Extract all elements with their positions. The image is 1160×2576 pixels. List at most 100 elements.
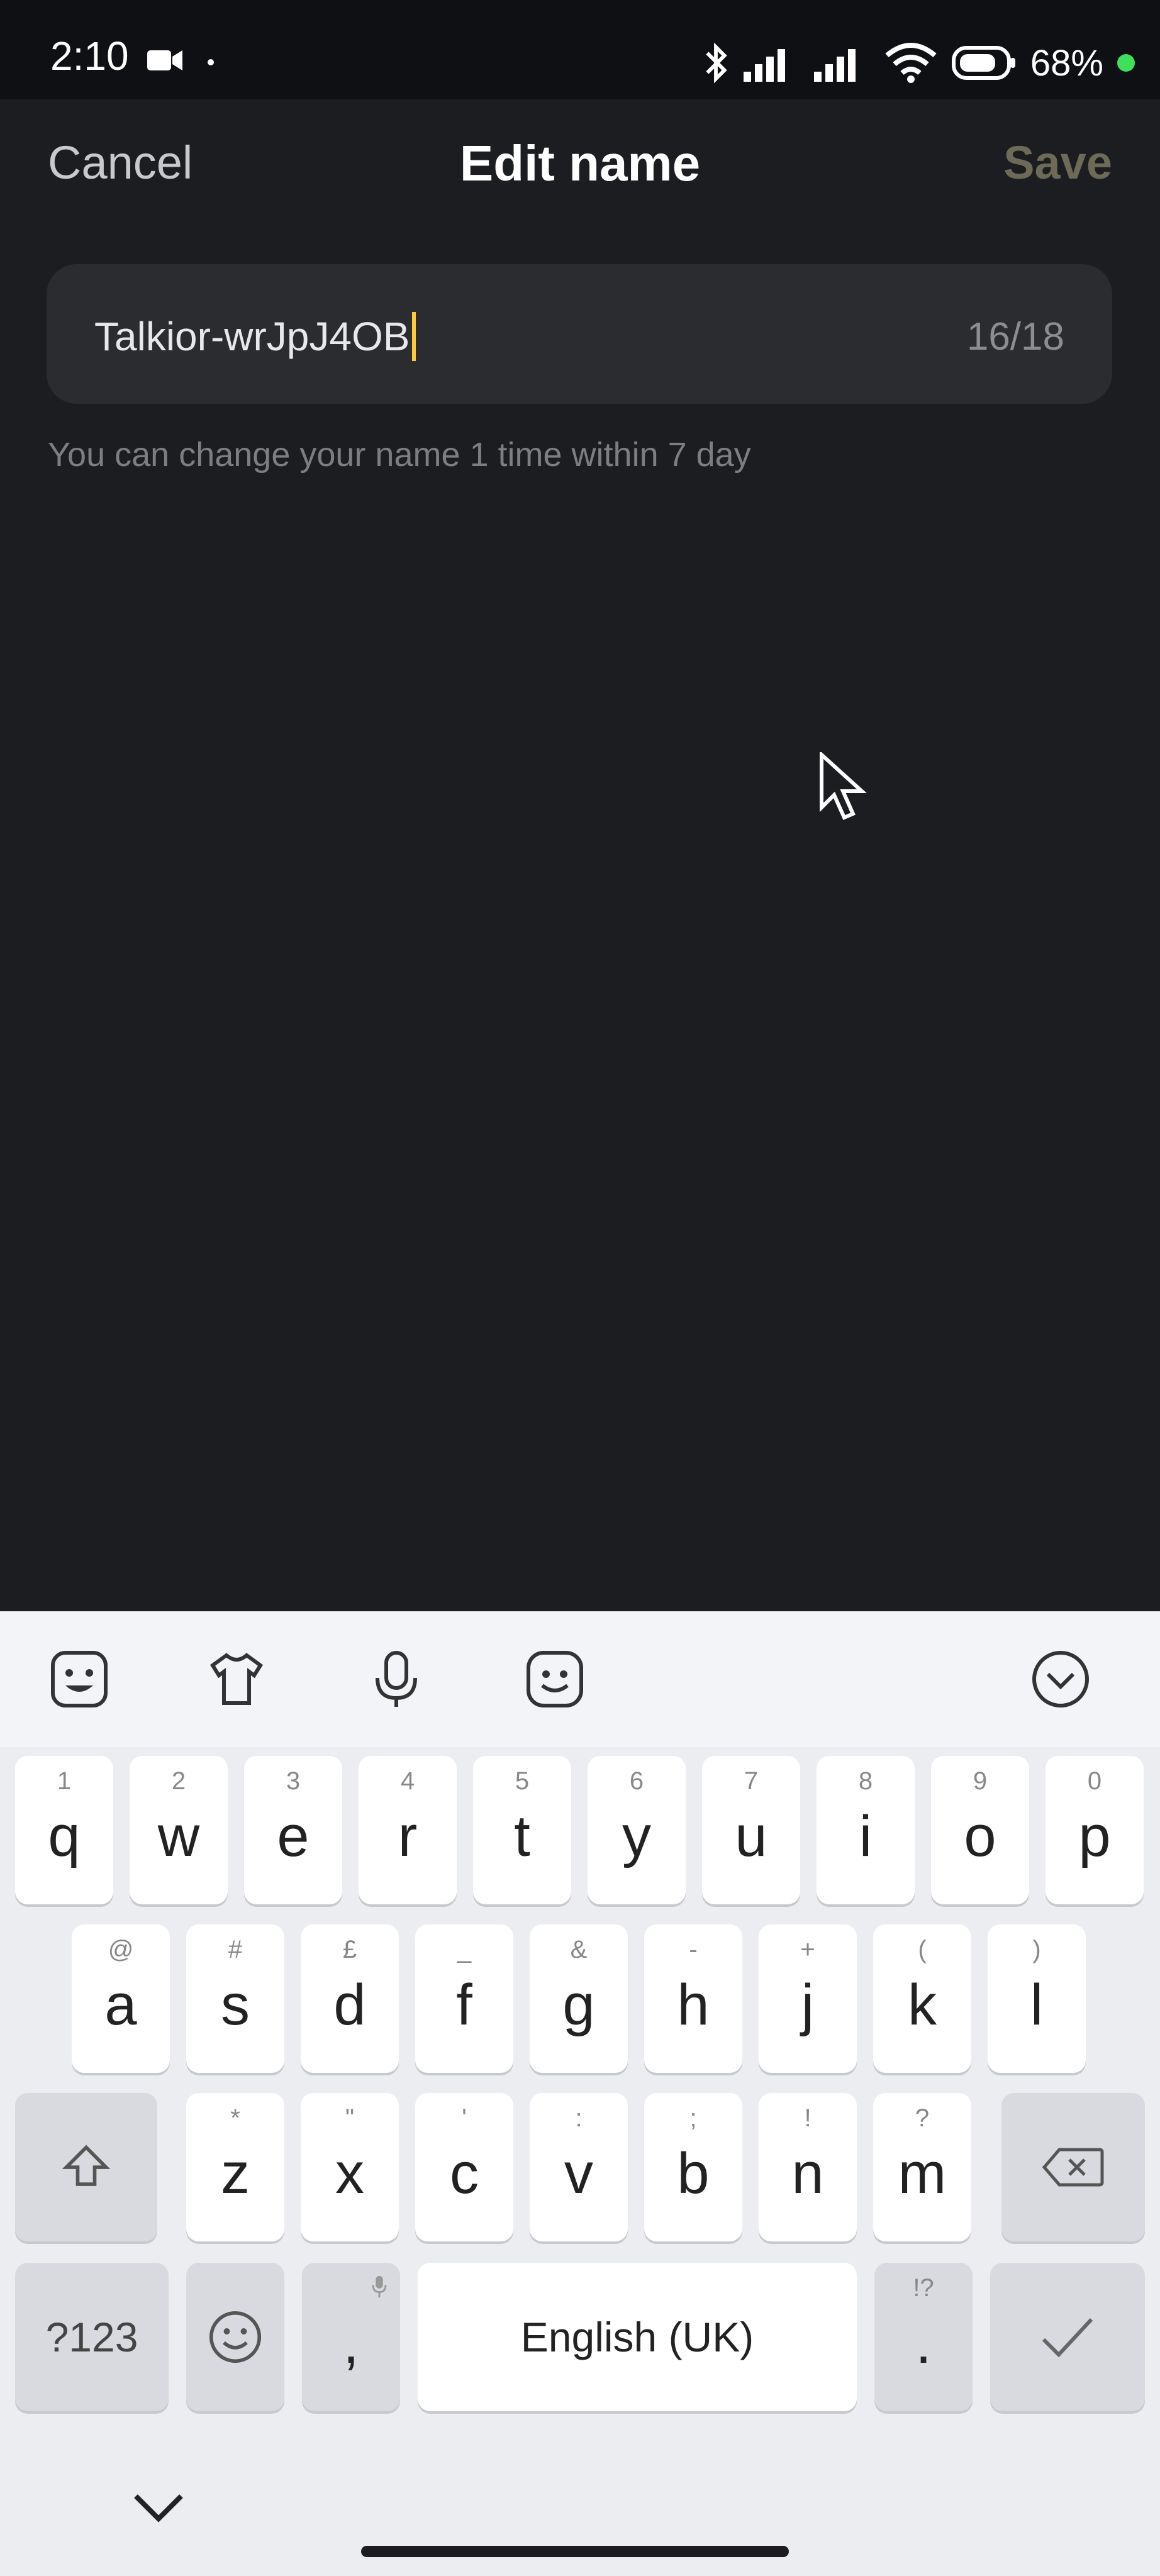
key-s[interactable]: # s <box>186 1924 284 2073</box>
key-e[interactable]: 3e <box>244 1756 342 1904</box>
key-p[interactable]: 0p <box>1046 1756 1144 1904</box>
key-alt-label: ? <box>915 2104 930 2132</box>
name-change-hint: You can change your name 1 time within 7… <box>48 436 751 474</box>
key-alt-label: 6 <box>629 1767 644 1795</box>
key-c[interactable]: ' c <box>415 2093 513 2241</box>
mouse-pointer-icon <box>820 752 867 820</box>
key-m[interactable]: ? m <box>873 2093 971 2241</box>
key-alt-label: * <box>230 2104 240 2132</box>
collapse-keyboard-icon[interactable] <box>1029 1648 1092 1711</box>
key-alt-label: ( <box>918 1936 927 1963</box>
notification-dot <box>208 59 214 65</box>
key-label: p <box>1078 1804 1111 1868</box>
key-alt-label: + <box>800 1936 815 1963</box>
key-alt-label: 1 <box>57 1767 72 1795</box>
key-alt-label: 3 <box>286 1767 301 1795</box>
key-f[interactable]: _ f <box>415 1924 513 2073</box>
symbols-key[interactable]: ?123 <box>15 2263 169 2411</box>
comma-key[interactable]: , <box>302 2263 400 2411</box>
key-alt-label: 2 <box>171 1767 186 1795</box>
character-counter: 16/18 <box>966 315 1064 358</box>
key-z[interactable]: * z <box>186 2093 284 2241</box>
key-q[interactable]: 1q <box>15 1756 113 1904</box>
comma-mic-icon <box>372 2275 387 2298</box>
name-text: Talkior-wrJpJ4OB <box>94 314 410 359</box>
battery-icon <box>951 46 1015 80</box>
key-label: c <box>450 2141 479 2206</box>
period-key-alt: !? <box>913 2274 934 2302</box>
key-g[interactable]: & g <box>530 1924 628 2073</box>
key-t[interactable]: 5t <box>473 1756 571 1904</box>
save-button[interactable]: Save <box>1003 136 1112 189</box>
video-camera-icon <box>147 50 182 70</box>
cancel-button[interactable]: Cancel <box>48 136 192 189</box>
key-i[interactable]: 8i <box>817 1756 915 1904</box>
key-u[interactable]: 7u <box>702 1756 800 1904</box>
key-alt-label: ; <box>689 2104 697 2132</box>
key-a[interactable]: @ a <box>72 1924 170 2073</box>
wifi-icon <box>885 43 937 83</box>
hide-keyboard-chevron-icon[interactable] <box>128 2485 189 2529</box>
space-key-label: English (UK) <box>520 2314 754 2360</box>
key-label: f <box>456 1972 472 2037</box>
theme-shirt-icon[interactable] <box>205 1648 268 1711</box>
key-alt-label: " <box>345 2104 355 2132</box>
sticker-icon[interactable] <box>48 1648 111 1711</box>
key-h[interactable]: -h <box>644 1924 742 2073</box>
key-label: h <box>677 1972 710 2037</box>
enter-key[interactable] <box>990 2263 1145 2411</box>
key-label: t <box>514 1804 530 1868</box>
key-o[interactable]: 9o <box>931 1756 1029 1904</box>
key-r[interactable]: 4r <box>359 1756 457 1904</box>
key-label: g <box>562 1972 595 2037</box>
key-label: w <box>157 1804 200 1868</box>
key-alt-label: _ <box>457 1936 472 1963</box>
key-w[interactable]: 2w <box>130 1756 228 1904</box>
name-input[interactable]: Talkior-wrJpJ4OB 16/18 <box>47 264 1112 404</box>
key-label: b <box>677 2141 710 2206</box>
name-input-value: Talkior-wrJpJ4OB <box>94 312 416 361</box>
key-alt-label: £ <box>342 1936 357 1963</box>
key-label: j <box>801 1972 815 2037</box>
key-b[interactable]: ; b <box>644 2093 742 2241</box>
key-j[interactable]: + j <box>759 1924 857 2073</box>
emoji-sticker-icon[interactable] <box>523 1648 586 1711</box>
key-label: q <box>48 1804 81 1868</box>
key-label: k <box>908 1972 937 2037</box>
key-label: i <box>859 1804 873 1868</box>
emoji-key[interactable] <box>186 2263 284 2411</box>
key-alt-label: 7 <box>744 1767 759 1795</box>
key-alt-label: 0 <box>1087 1767 1102 1795</box>
key-label: u <box>735 1804 767 1868</box>
microphone-icon[interactable] <box>365 1648 428 1711</box>
key-alt-label: @ <box>108 1936 134 1963</box>
key-alt-label: ) <box>1032 1936 1041 1963</box>
key-l[interactable]: ) l <box>988 1924 1086 2073</box>
key-alt-label: 5 <box>515 1767 530 1795</box>
key-alt-label: 9 <box>973 1767 988 1795</box>
key-d[interactable]: £ d <box>301 1924 399 2073</box>
header: Edit name Cancel Save <box>0 99 1160 228</box>
text-caret <box>412 312 416 361</box>
key-alt-label: - <box>689 1936 698 1963</box>
shift-icon <box>62 2145 111 2186</box>
backspace-key[interactable] <box>1001 2093 1145 2241</box>
key-label: l <box>1030 1972 1044 2037</box>
key-label: n <box>791 2141 824 2206</box>
key-x[interactable]: " x <box>301 2093 399 2241</box>
keyboard-toolbar <box>0 1611 1160 1747</box>
key-y[interactable]: 6y <box>588 1756 686 1904</box>
shift-key[interactable] <box>15 2093 157 2241</box>
key-label: y <box>622 1804 651 1868</box>
period-key[interactable]: !? . <box>874 2263 973 2411</box>
key-v[interactable]: :v <box>530 2093 628 2241</box>
backspace-icon <box>1042 2148 1104 2187</box>
home-indicator[interactable] <box>361 2546 789 2557</box>
key-k[interactable]: (k <box>873 1924 971 2073</box>
space-key[interactable]: English (UK) <box>418 2263 857 2411</box>
key-label: a <box>104 1972 137 2037</box>
key-n[interactable]: ! n <box>759 2093 857 2241</box>
privacy-indicator-dot <box>1117 54 1135 72</box>
key-label: r <box>398 1804 418 1868</box>
key-alt-label: # <box>228 1936 243 1963</box>
